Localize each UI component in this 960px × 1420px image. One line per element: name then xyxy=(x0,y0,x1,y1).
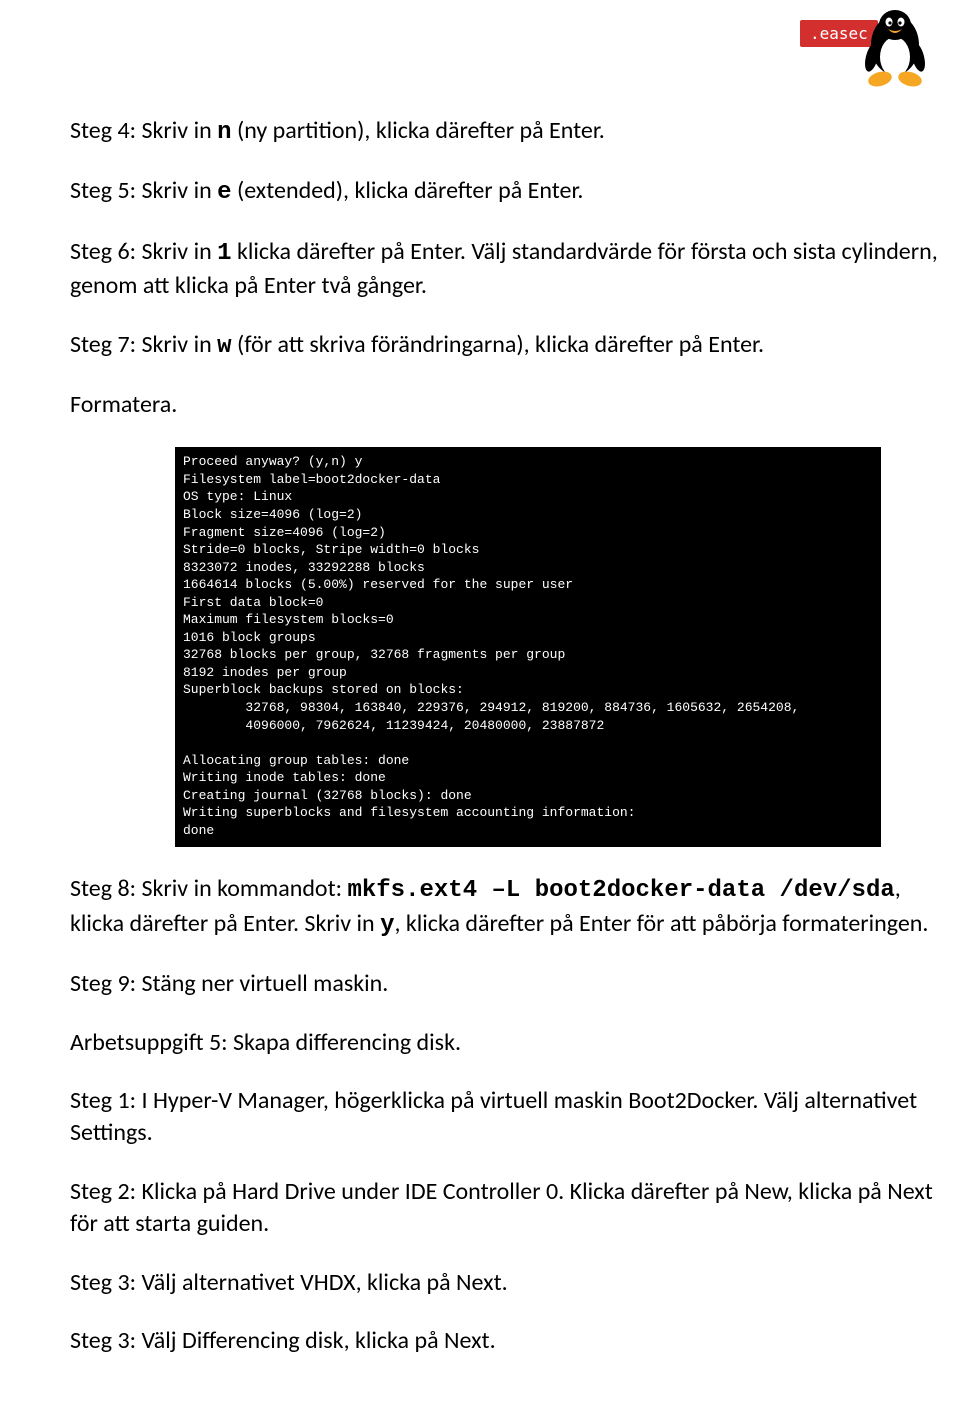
terminal-screenshot: Proceed anyway? (y,n) y Filesystem label… xyxy=(175,447,881,847)
text: (extended), klicka därefter på Enter. xyxy=(232,176,584,205)
text: Steg 7: Skriv in xyxy=(70,330,217,359)
heading-arbetsuppgift-5: Arbetsuppgift 5: Skapa differencing disk… xyxy=(70,1027,940,1059)
inline-code: e xyxy=(217,179,231,206)
text: Steg 6: Skriv in xyxy=(70,237,217,266)
task5-step-1: Steg 1: I Hyper-V Manager, högerklicka p… xyxy=(70,1085,940,1150)
step-6: Steg 6: Skriv in 1 klicka därefter på En… xyxy=(70,236,940,303)
document-body: Steg 4: Skriv in n (ny partition), klick… xyxy=(70,115,940,1357)
text: (ny partition), klicka därefter på Enter… xyxy=(232,116,605,145)
text: (för att skriva förändringarna), klicka … xyxy=(232,330,765,359)
text: Steg 5: Skriv in xyxy=(70,176,217,205)
tux-penguin-icon xyxy=(860,7,930,89)
step-7: Steg 7: Skriv in w (för att skriva förän… xyxy=(70,329,940,363)
inline-code: y xyxy=(380,912,394,939)
text: Steg 4: Skriv in xyxy=(70,116,217,145)
task5-step-2: Steg 2: Klicka på Hard Drive under IDE C… xyxy=(70,1176,940,1241)
step-5: Steg 5: Skriv in e (extended), klicka dä… xyxy=(70,175,940,209)
task5-step-3a: Steg 3: Välj alternativet VHDX, klicka p… xyxy=(70,1267,940,1299)
step-4: Steg 4: Skriv in n (ny partition), klick… xyxy=(70,115,940,149)
inline-code: mkfs.ext4 –L boot2docker-data /dev/sda xyxy=(347,877,894,904)
heading-formatera: Formatera. xyxy=(70,389,940,421)
inline-code: n xyxy=(217,119,231,146)
header-logo: .easec xyxy=(800,5,930,90)
text: Steg 8: Skriv in kommandot: xyxy=(70,874,347,903)
text: , klicka därefter på Enter för att påbör… xyxy=(394,909,928,938)
step-8: Steg 8: Skriv in kommandot: mkfs.ext4 –L… xyxy=(70,873,940,942)
step-9: Steg 9: Stäng ner virtuell maskin. xyxy=(70,968,940,1000)
task5-step-3b: Steg 3: Välj Differencing disk, klicka p… xyxy=(70,1325,940,1357)
inline-code: w xyxy=(217,333,231,360)
inline-code: 1 xyxy=(217,240,231,267)
